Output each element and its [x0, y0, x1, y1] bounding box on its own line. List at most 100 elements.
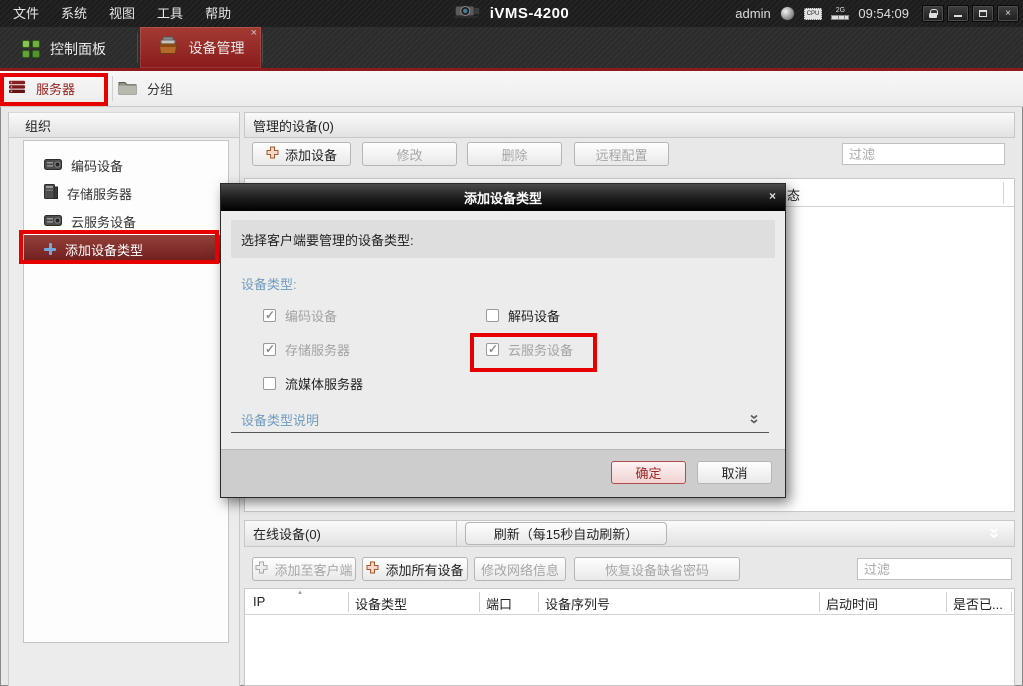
subtab-group[interactable]: 分组	[118, 71, 173, 106]
managed-devices-header: 管理的设备(0)	[244, 112, 1015, 138]
cpu-usage-icon[interactable]: CPU	[804, 8, 823, 20]
online-devices-title-cell: 在线设备(0)	[245, 521, 457, 546]
main-tab-bar: 控制面板 设备管理 ×	[0, 27, 1023, 71]
add-all-devices-button[interactable]: 添加所有设备	[362, 557, 468, 581]
menu-view[interactable]: 视图	[98, 0, 146, 27]
dialog-footer: 确定 取消	[221, 449, 785, 497]
remote-config-label: 远程配置	[595, 145, 647, 164]
column-divider	[1003, 182, 1004, 204]
cloud-service-device-checkbox-label: 云服务设备	[508, 340, 573, 359]
column-header-status-fragment[interactable]: 态	[787, 185, 800, 204]
tab-control-panel[interactable]: 控制面板	[22, 34, 106, 64]
dialog-title-bar[interactable]: 添加设备类型 ×	[221, 184, 785, 211]
plus-icon	[366, 561, 379, 577]
add-device-button[interactable]: 添加设备	[252, 142, 351, 166]
tree-item-label: 添加设备类型	[65, 240, 143, 259]
add-plus-icon	[44, 243, 56, 255]
menu-system[interactable]: 系统	[50, 0, 98, 27]
streaming-server-checkbox[interactable]	[263, 377, 276, 390]
expand-chevron-icon[interactable]	[749, 412, 759, 430]
tab-device-management[interactable]: 设备管理 ×	[140, 27, 261, 68]
device-type-section-label: 设备类型:	[241, 274, 297, 293]
delete-label: 删除	[501, 145, 527, 164]
network-globe-icon[interactable]	[780, 6, 795, 21]
delete-button[interactable]: 删除	[467, 142, 562, 166]
cloud-device-icon	[44, 214, 62, 229]
subtab-server-label: 服务器	[36, 79, 75, 98]
subtab-divider	[112, 76, 113, 101]
minimize-button[interactable]	[947, 5, 969, 22]
sort-asc-icon[interactable]: ▲	[297, 590, 303, 596]
online-devices-table: IP ▲ 设备类型 端口 设备序列号 启动时间 是否已...	[244, 588, 1015, 686]
subtab-server[interactable]: 服务器	[8, 71, 75, 106]
encoding-device-icon	[44, 158, 62, 173]
column-header-activated[interactable]: 是否已...	[953, 594, 1003, 613]
cloud-service-device-checkbox[interactable]	[486, 343, 499, 356]
description-divider	[231, 432, 769, 433]
restore-password-button[interactable]: 恢复设备缺省密码	[574, 557, 740, 581]
remote-config-button[interactable]: 远程配置	[574, 142, 669, 166]
ok-button[interactable]: 确定	[611, 461, 686, 484]
menu-file[interactable]: 文件	[2, 0, 50, 27]
device-type-description-link[interactable]: 设备类型说明	[241, 410, 319, 429]
column-header-device-type[interactable]: 设备类型	[355, 594, 407, 613]
column-divider	[479, 592, 480, 612]
organization-header-label: 组织	[25, 116, 51, 135]
managed-devices-title: 管理的设备(0)	[253, 116, 334, 135]
add-device-type-dialog: 添加设备类型 × 选择客户端要管理的设备类型: 设备类型: 编码设备 解码设备 …	[220, 183, 786, 498]
add-to-client-button[interactable]: 添加至客户端	[252, 557, 356, 581]
tab-device-management-label: 设备管理	[189, 38, 245, 58]
storage-server-checkbox[interactable]	[263, 343, 276, 356]
close-button[interactable]: ×	[997, 5, 1019, 22]
checkbox-row-encoding-device: 编码设备	[263, 306, 337, 325]
column-header-start-time[interactable]: 启动时间	[826, 594, 878, 613]
user-name[interactable]: admin	[735, 6, 770, 21]
column-header-serial[interactable]: 设备序列号	[545, 594, 610, 613]
organization-panel: 组织 编码设备	[8, 112, 240, 686]
menu-help[interactable]: 帮助	[194, 0, 242, 27]
modify-label: 修改	[396, 145, 422, 164]
cancel-button[interactable]: 取消	[697, 461, 772, 484]
plus-icon	[255, 561, 268, 577]
subtab-group-label: 分组	[147, 79, 173, 98]
folder-icon	[118, 80, 137, 98]
managed-toolbar: 添加设备 修改 删除 远程配置	[244, 142, 1015, 174]
managed-filter-input[interactable]	[842, 143, 1005, 165]
clock: 09:54:09	[858, 6, 909, 21]
column-divider	[819, 592, 820, 612]
menu-bar: 文件 系统 视图 工具 帮助	[2, 0, 242, 27]
collapse-chevron-icon[interactable]	[988, 527, 1000, 543]
tree-item-label: 云服务设备	[71, 212, 136, 231]
column-header-ip[interactable]: IP	[253, 594, 265, 609]
add-to-client-label: 添加至客户端	[274, 560, 352, 579]
column-divider	[1011, 592, 1012, 612]
dialog-close-icon[interactable]: ×	[769, 190, 776, 202]
refresh-button[interactable]: 刷新（每15秒自动刷新）	[465, 522, 667, 545]
encoding-device-checkbox[interactable]	[263, 309, 276, 322]
maximize-button[interactable]	[972, 5, 994, 22]
modify-button[interactable]: 修改	[362, 142, 457, 166]
online-devices-header: 在线设备(0) 刷新（每15秒自动刷新）	[244, 520, 1015, 547]
column-divider	[946, 592, 947, 612]
add-all-devices-label: 添加所有设备	[385, 560, 463, 579]
sub-tab-bar: 服务器 分组	[0, 71, 1023, 107]
lock-button[interactable]	[922, 5, 944, 22]
tree-item-add-device-type[interactable]: 添加设备类型	[24, 235, 228, 263]
memory-usage-icon[interactable]: 2G	[831, 7, 849, 20]
online-devices-title: 在线设备(0)	[253, 524, 321, 543]
menu-tools[interactable]: 工具	[146, 0, 194, 27]
plus-icon	[266, 146, 279, 162]
modify-netinfo-button[interactable]: 修改网络信息	[474, 557, 566, 581]
column-header-port[interactable]: 端口	[486, 594, 512, 613]
online-filter-input[interactable]	[857, 558, 1012, 580]
encoding-device-checkbox-label: 编码设备	[285, 306, 337, 325]
tree-item-encoding-device[interactable]: 编码设备	[24, 151, 228, 179]
memory-bar-icon	[831, 15, 849, 20]
modify-netinfo-label: 修改网络信息	[481, 560, 559, 579]
tree-item-storage-server[interactable]: 存储服务器	[24, 179, 228, 207]
tree-item-cloud-service-device[interactable]: 云服务设备	[24, 207, 228, 235]
camera-logo-icon	[454, 3, 482, 25]
tree-item-label: 编码设备	[71, 156, 123, 175]
decoding-device-checkbox[interactable]	[486, 309, 499, 322]
tab-close-icon[interactable]: ×	[251, 28, 257, 39]
